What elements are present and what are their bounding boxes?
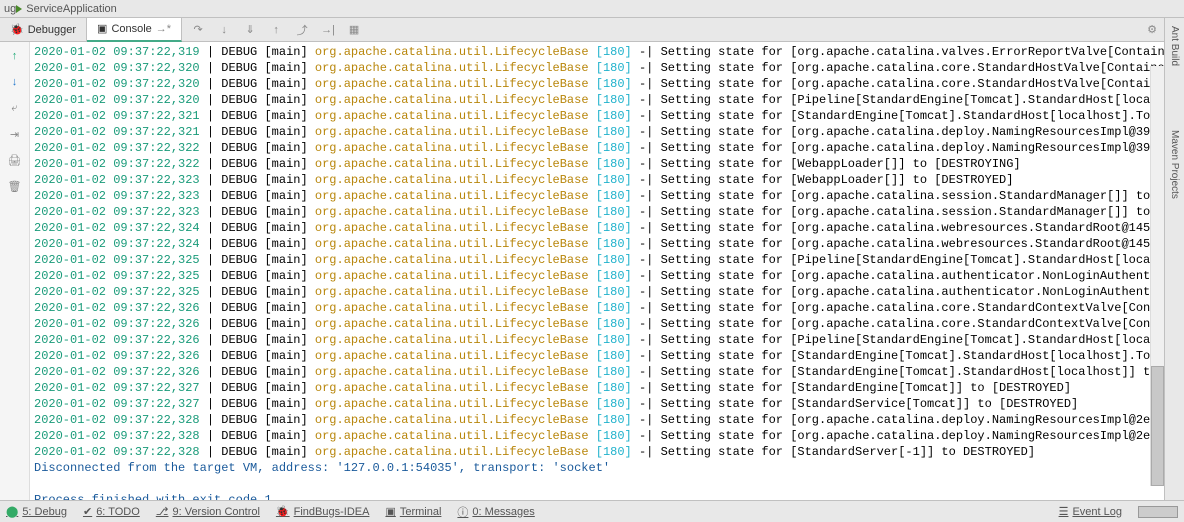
bottom-terminal[interactable]: ▣ Terminal xyxy=(385,505,441,518)
log-line: 2020-01-02 09:37:22,327 | DEBUG [main] o… xyxy=(34,380,1180,396)
log-line: 2020-01-02 09:37:22,328 | DEBUG [main] o… xyxy=(34,428,1180,444)
log-line: 2020-01-02 09:37:22,326 | DEBUG [main] o… xyxy=(34,316,1180,332)
log-line: 2020-01-02 09:37:22,323 | DEBUG [main] o… xyxy=(34,188,1180,204)
bottom-debug-label: 5: Debug xyxy=(22,506,67,518)
debugger-icon: 🐞 xyxy=(10,23,24,36)
eventlog-icon: ☰ xyxy=(1059,505,1069,518)
tab-console-label: Console xyxy=(111,23,151,35)
log-line: 2020-01-02 09:37:22,325 | DEBUG [main] o… xyxy=(34,268,1180,284)
bottom-terminal-label: Terminal xyxy=(400,506,442,518)
disconnect-message: Disconnected from the target VM, address… xyxy=(34,460,1180,476)
console-gutter: ↑ ↓ ⤶ ⇥ 🖨 🗑 xyxy=(0,42,30,500)
vertical-scrollbar[interactable] xyxy=(1150,66,1164,486)
tab-console-suffix: →* xyxy=(156,23,171,35)
status-bar: ⬤ 5: Debug ✔ 6: TODO ⎇ 9: Version Contro… xyxy=(0,500,1184,522)
evaluate-icon[interactable]: ▦ xyxy=(346,22,362,38)
bottom-messages[interactable]: ⓘ 0: Messages xyxy=(457,504,534,520)
log-line: 2020-01-02 09:37:22,321 | DEBUG [main] o… xyxy=(34,108,1180,124)
debug-tabs: 🐞 Debugger ▣ Console →* ↷ ↓ ⇓ ↑ ⤴ →| ▦ ⚙ xyxy=(0,18,1184,42)
messages-icon: ⓘ xyxy=(457,504,468,520)
terminal-icon: ▣ xyxy=(385,505,395,518)
memory-indicator[interactable] xyxy=(1138,506,1178,518)
bottom-messages-label: 0: Messages xyxy=(472,506,534,518)
soft-wrap-icon[interactable]: ⤶ xyxy=(7,100,23,116)
log-line: 2020-01-02 09:37:22,326 | DEBUG [main] o… xyxy=(34,332,1180,348)
step-into-icon[interactable]: ↓ xyxy=(216,22,232,38)
log-line: 2020-01-02 09:37:22,328 | DEBUG [main] o… xyxy=(34,412,1180,428)
log-line: 2020-01-02 09:37:22,326 | DEBUG [main] o… xyxy=(34,300,1180,316)
log-line: 2020-01-02 09:37:22,322 | DEBUG [main] o… xyxy=(34,140,1180,156)
tab-console[interactable]: ▣ Console →* xyxy=(87,18,182,42)
log-line: 2020-01-02 09:37:22,320 | DEBUG [main] o… xyxy=(34,76,1180,92)
title-bar: ug ServiceApplication xyxy=(0,0,1184,18)
drop-frame-icon[interactable]: ⤴ xyxy=(294,22,310,38)
right-tool-tabs: Ant Build Maven Projects xyxy=(1164,18,1184,500)
tab-debugger-label: Debugger xyxy=(28,24,76,36)
run-to-cursor-icon[interactable]: →| xyxy=(320,22,336,38)
log-line: 2020-01-02 09:37:22,326 | DEBUG [main] o… xyxy=(34,364,1180,380)
bottom-todo-label: 6: TODO xyxy=(96,506,140,518)
force-step-icon[interactable]: ⇓ xyxy=(242,22,258,38)
maven-tab[interactable]: Maven Projects xyxy=(1167,128,1182,201)
todo-icon: ✔ xyxy=(83,505,92,518)
bottom-vcs[interactable]: ⎇ 9: Version Control xyxy=(156,505,260,518)
log-line: 2020-01-02 09:37:22,320 | DEBUG [main] o… xyxy=(34,60,1180,76)
vcs-icon: ⎇ xyxy=(156,505,169,518)
log-line: 2020-01-02 09:37:22,326 | DEBUG [main] o… xyxy=(34,348,1180,364)
tab-debugger[interactable]: 🐞 Debugger xyxy=(0,18,87,42)
bottom-vcs-label: 9: Version Control xyxy=(172,506,259,518)
step-out-icon[interactable]: ↑ xyxy=(268,22,284,38)
findbugs-icon: 🐞 xyxy=(276,505,290,518)
scroll-up-icon[interactable]: ↑ xyxy=(7,48,23,64)
log-line: 2020-01-02 09:37:22,324 | DEBUG [main] o… xyxy=(34,220,1180,236)
console-icon: ▣ xyxy=(97,22,107,35)
scroll-down-icon[interactable]: ↓ xyxy=(7,74,23,90)
bottom-todo[interactable]: ✔ 6: TODO xyxy=(83,505,140,518)
log-line: 2020-01-02 09:37:22,321 | DEBUG [main] o… xyxy=(34,124,1180,140)
bottom-eventlog[interactable]: ☰ Event Log xyxy=(1059,505,1122,518)
console-output[interactable]: 2020-01-02 09:37:22,319 | DEBUG [main] o… xyxy=(30,42,1184,500)
log-line: 2020-01-02 09:37:22,323 | DEBUG [main] o… xyxy=(34,172,1180,188)
log-line: 2020-01-02 09:37:22,322 | DEBUG [main] o… xyxy=(34,156,1180,172)
log-line: 2020-01-02 09:37:22,325 | DEBUG [main] o… xyxy=(34,252,1180,268)
scrollbar-thumb[interactable] xyxy=(1151,366,1164,486)
bottom-findbugs-label: FindBugs-IDEA xyxy=(294,506,370,518)
bug-icon: ⬤ xyxy=(6,505,18,518)
ant-build-tab[interactable]: Ant Build xyxy=(1167,24,1182,68)
log-line: 2020-01-02 09:37:22,327 | DEBUG [main] o… xyxy=(34,396,1180,412)
title-prefix: ug xyxy=(4,3,16,15)
log-line: 2020-01-02 09:37:22,328 | DEBUG [main] o… xyxy=(34,444,1180,460)
scroll-to-end-icon[interactable]: ⇥ xyxy=(7,126,23,142)
settings-icon[interactable]: ⚙ xyxy=(1144,22,1160,38)
log-line: 2020-01-02 09:37:22,325 | DEBUG [main] o… xyxy=(34,284,1180,300)
clear-icon[interactable]: 🗑 xyxy=(7,178,23,194)
log-line: 2020-01-02 09:37:22,320 | DEBUG [main] o… xyxy=(34,92,1180,108)
log-line: 2020-01-02 09:37:22,324 | DEBUG [main] o… xyxy=(34,236,1180,252)
bottom-eventlog-label: Event Log xyxy=(1072,506,1122,518)
bottom-findbugs[interactable]: 🐞 FindBugs-IDEA xyxy=(276,505,370,518)
log-line: 2020-01-02 09:37:22,323 | DEBUG [main] o… xyxy=(34,204,1180,220)
run-config-name: ServiceApplication xyxy=(26,3,117,15)
bottom-debug[interactable]: ⬤ 5: Debug xyxy=(6,505,67,518)
print-icon[interactable]: 🖨 xyxy=(7,152,23,168)
log-line: 2020-01-02 09:37:22,319 | DEBUG [main] o… xyxy=(34,44,1180,60)
run-icon xyxy=(16,5,22,13)
exit-message: Process finished with exit code 1 xyxy=(34,492,1180,500)
step-over-icon[interactable]: ↷ xyxy=(190,22,206,38)
